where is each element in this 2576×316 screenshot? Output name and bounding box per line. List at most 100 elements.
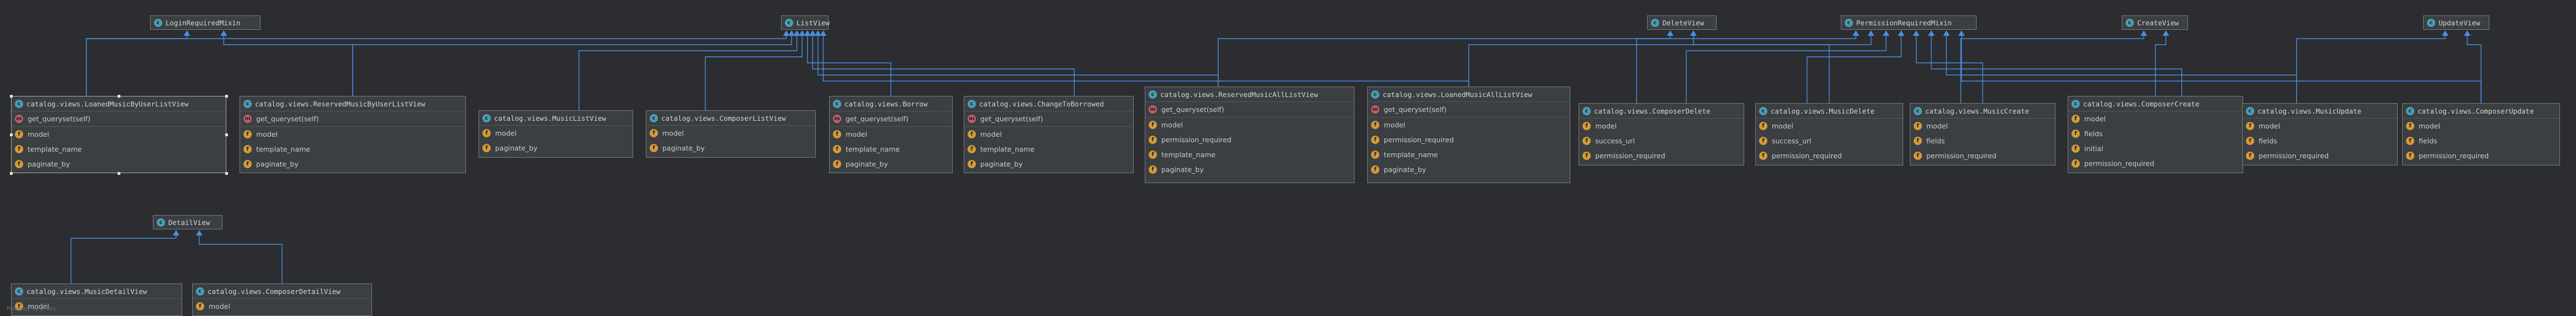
class-icon: c	[1759, 106, 1767, 115]
uml-node-detail-view[interactable]: c DetailView	[153, 215, 222, 229]
field-row[interactable]: f permission_required	[1756, 148, 1903, 163]
field-row[interactable]: f model	[1145, 117, 1354, 132]
field-row[interactable]: f permission_required	[1368, 132, 1570, 147]
field-row[interactable]: f fields	[2403, 133, 2559, 148]
method-icon: m	[968, 115, 976, 123]
field-row[interactable]: f model	[193, 299, 371, 314]
inheritance-arrowhead	[173, 230, 179, 235]
uml-node-permission-required-mixin[interactable]: c PermissionRequiredMixin	[1841, 15, 1977, 30]
resize-handle[interactable]	[10, 133, 13, 136]
uml-node-music-create[interactable]: c catalog.views.MusicCreate f model f fields f…	[1910, 103, 2056, 165]
field-row[interactable]: f template_name	[830, 142, 952, 157]
uml-node-composer-delete[interactable]: c catalog.views.ComposerDelete f model f succ…	[1579, 103, 1744, 165]
field-row[interactable]: f model	[2068, 111, 2243, 126]
node-header: c PermissionRequiredMixin	[1841, 16, 1976, 29]
resize-handle[interactable]	[10, 95, 13, 98]
field-row[interactable]: f paginate_by	[240, 157, 465, 172]
uml-node-update-view[interactable]: c UpdateView	[2423, 15, 2489, 30]
field-row[interactable]: f model	[240, 127, 465, 142]
field-icon: f	[650, 144, 658, 152]
inheritance-edge	[2467, 35, 2482, 103]
method-row[interactable]: m get_queryset(self)	[830, 111, 952, 127]
class-icon: c	[785, 18, 793, 27]
field-row[interactable]: f model	[1579, 119, 1744, 133]
uml-node-loaned-music-all-list-view[interactable]: c catalog.views.LoanedMusicAllListView m ge…	[1367, 87, 1570, 183]
field-row[interactable]: f model	[1368, 117, 1570, 132]
field-row[interactable]: f fields	[1910, 133, 2055, 148]
field-row[interactable]: f permission_required	[1145, 132, 1354, 147]
field-row[interactable]: f model	[1756, 119, 1903, 133]
uml-node-delete-view[interactable]: c DeleteView	[1647, 15, 1717, 30]
field-row[interactable]: f permission_required	[1910, 148, 2055, 163]
field-icon: f	[1582, 122, 1591, 130]
field-row[interactable]: f model	[12, 127, 226, 142]
field-row[interactable]: f success_url	[1579, 133, 1744, 148]
member-name: paginate_by	[980, 160, 1023, 168]
resize-handle[interactable]	[225, 172, 228, 175]
uml-node-music-list-view[interactable]: c catalog.views.MusicListView f model f pagin…	[479, 110, 633, 158]
field-row[interactable]: f permission_required	[2403, 148, 2559, 163]
uml-node-reserved-music-all-list-view[interactable]: c catalog.views.ReservedMusicAllListView m…	[1145, 87, 1355, 183]
member-name: permission_required	[1595, 152, 1665, 160]
uml-node-list-view[interactable]: c ListView	[781, 15, 830, 30]
field-row[interactable]: f paginate_by	[479, 141, 633, 156]
method-row[interactable]: m get_queryset(self)	[964, 111, 1133, 127]
uml-node-change-to-borrowed[interactable]: c catalog.views.ChangeToBorrowed m get_quer…	[964, 96, 1134, 173]
field-row[interactable]: f success_url	[1756, 133, 1903, 148]
uml-node-composer-detail-view[interactable]: c catalog.views.ComposerDetailView f model	[192, 283, 372, 316]
field-row[interactable]: f template_name	[1368, 147, 1570, 162]
node-header: c catalog.views.ChangeToBorrowed	[964, 97, 1133, 111]
uml-node-create-view[interactable]: c CreateView	[2122, 15, 2188, 30]
uml-node-music-update[interactable]: c catalog.views.MusicUpdate f model f fields f…	[2242, 103, 2398, 165]
field-row[interactable]: f model	[2243, 119, 2397, 133]
uml-node-composer-update[interactable]: c catalog.views.ComposerUpdate f model f fiel…	[2402, 103, 2560, 165]
field-row[interactable]: f fields	[2068, 126, 2243, 141]
field-row[interactable]: f model	[479, 126, 633, 141]
node-title: catalog.views.ComposerDetailView	[208, 287, 341, 296]
field-row[interactable]: f paginate_by	[646, 141, 815, 156]
resize-handle[interactable]	[118, 172, 120, 175]
field-row[interactable]: f model	[1910, 119, 2055, 133]
field-icon: f	[482, 129, 491, 137]
field-row[interactable]: f paginate_by	[1368, 162, 1570, 177]
field-row[interactable]: f template_name	[964, 142, 1133, 157]
resize-handle[interactable]	[118, 95, 120, 98]
uml-node-reserved-music-by-user-list-view[interactable]: c catalog.views.ReservedMusicByUserListVi…	[240, 96, 466, 173]
resize-handle[interactable]	[225, 95, 228, 98]
field-icon: f	[2246, 137, 2254, 145]
field-row[interactable]: f paginate_by	[964, 157, 1133, 172]
method-row[interactable]: m get_queryset(self)	[12, 111, 226, 127]
class-icon: c	[2126, 18, 2134, 27]
field-row[interactable]: f template_name	[1145, 147, 1354, 162]
field-row[interactable]: f model	[2403, 119, 2559, 133]
field-row[interactable]: f initial	[2068, 141, 2243, 156]
uml-node-login-required-mixin[interactable]: c LoginRequiredMixin	[150, 15, 261, 30]
member-name: permission_required	[2259, 152, 2329, 160]
field-row[interactable]: f paginate_by	[12, 157, 226, 172]
resize-handle[interactable]	[225, 133, 228, 136]
field-row[interactable]: f model	[964, 127, 1133, 142]
field-row[interactable]: f fields	[2243, 133, 2397, 148]
field-row[interactable]: f permission_required	[2068, 156, 2243, 171]
field-row[interactable]: f model	[646, 126, 815, 141]
field-row[interactable]: f model	[830, 127, 952, 142]
uml-diagram-canvas[interactable]: c LoginRequiredMixin c ListView c DeleteView c…	[0, 0, 2576, 316]
resize-handle[interactable]	[10, 172, 13, 175]
method-row[interactable]: m get_queryset(self)	[240, 111, 465, 127]
field-row[interactable]: f paginate_by	[1145, 162, 1354, 177]
field-row[interactable]: f permission_required	[1579, 148, 1744, 163]
member-name: permission_required	[2084, 159, 2154, 168]
uml-node-composer-list-view[interactable]: c catalog.views.ComposerListView f model f pa…	[646, 110, 816, 158]
member-name: model	[1161, 121, 1183, 129]
uml-node-borrow[interactable]: c catalog.views.Borrow m get_queryset(self)…	[829, 96, 953, 173]
uml-node-composer-create[interactable]: c catalog.views.ComposerCreate f model f fiel…	[2068, 96, 2243, 173]
field-row[interactable]: f template_name	[240, 142, 465, 157]
field-row[interactable]: f paginate_by	[830, 157, 952, 172]
uml-node-music-delete[interactable]: c catalog.views.MusicDelete f model f success…	[1755, 103, 1903, 165]
field-row[interactable]: f permission_required	[2243, 148, 2397, 163]
uml-node-loaned-music-by-user-list-view[interactable]: c catalog.views.LoanedMusicByUserListView…	[10, 95, 228, 175]
node-title: catalog.views.ReservedMusicAllListView	[1160, 90, 1318, 99]
method-row[interactable]: m get_queryset(self)	[1145, 102, 1354, 117]
field-row[interactable]: f template_name	[12, 142, 226, 157]
method-row[interactable]: m get_queryset(self)	[1368, 102, 1570, 117]
